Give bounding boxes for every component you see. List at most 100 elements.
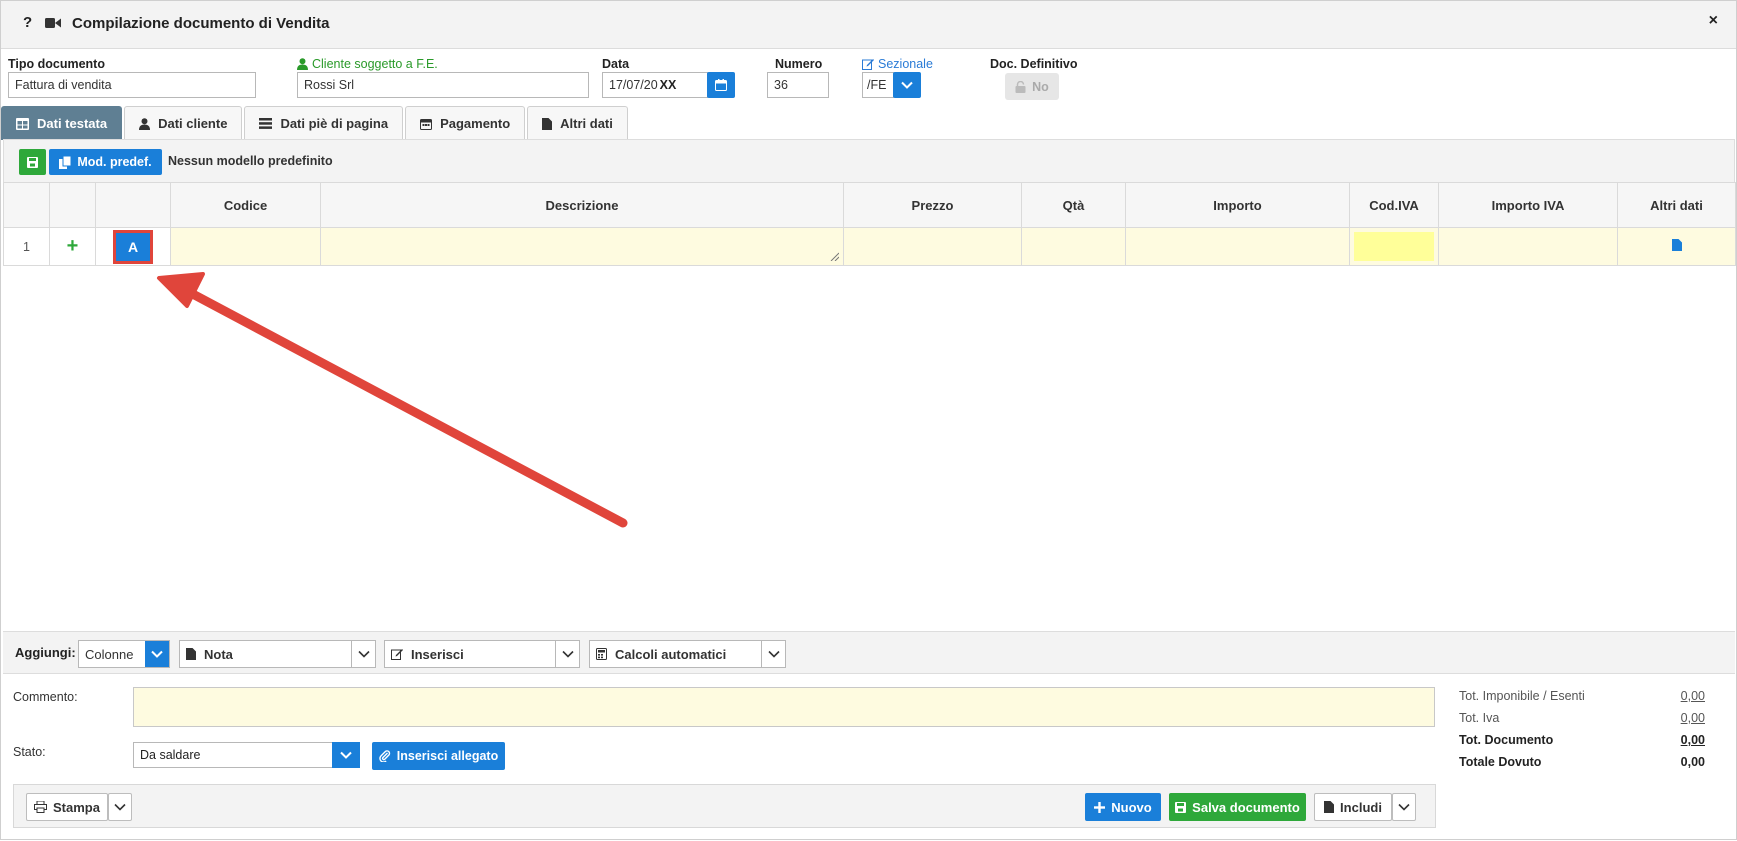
- cod-iva-input[interactable]: [1354, 232, 1434, 261]
- tab-dati-cliente[interactable]: Dati cliente: [124, 106, 243, 140]
- tab-bar: Dati testata Dati cliente Dati piè di pa…: [1, 106, 630, 140]
- descrizione-cell[interactable]: [320, 227, 844, 266]
- calculator-icon: [596, 648, 607, 660]
- salva-documento-button[interactable]: Salva documento: [1169, 793, 1306, 821]
- cliente-field[interactable]: Rossi Srl: [297, 72, 589, 98]
- file-icon: [1324, 801, 1335, 813]
- col-header-codice[interactable]: Codice: [170, 182, 321, 228]
- prezzo-cell[interactable]: [843, 227, 1022, 266]
- col-header-prezzo[interactable]: Prezzo: [843, 182, 1022, 228]
- tot-label: Tot. Iva: [1459, 711, 1500, 725]
- importo-iva-cell: [1438, 227, 1618, 266]
- chevron-down-icon[interactable]: [555, 641, 579, 667]
- allegato-label: Inserisci allegato: [396, 749, 499, 763]
- tipo-documento-label: Tipo documento: [8, 57, 105, 71]
- row-type-a-button[interactable]: A: [113, 229, 153, 264]
- tab-altri-dati[interactable]: Altri dati: [527, 106, 628, 140]
- doc-definitivo-toggle[interactable]: No: [1005, 73, 1059, 100]
- chevron-down-icon: [114, 803, 126, 811]
- chevron-down-icon[interactable]: [351, 641, 375, 667]
- copy-icon: [59, 155, 72, 169]
- col-header: [3, 182, 50, 228]
- row-number: 1: [3, 227, 50, 266]
- numero-label: Numero: [775, 57, 823, 71]
- data-field[interactable]: 17/07/20 XX: [602, 72, 708, 98]
- calendar-button[interactable]: [707, 72, 735, 98]
- altri-dati-cell[interactable]: [1617, 227, 1736, 266]
- mod-predef-button[interactable]: Mod. predef.: [49, 149, 162, 175]
- col-header-descrizione[interactable]: Descrizione: [320, 182, 844, 228]
- window-title: Compilazione documento di Vendita: [72, 15, 330, 32]
- importo-cell[interactable]: [1125, 227, 1350, 266]
- tab-label: Dati piè di pagina: [280, 116, 389, 131]
- sezionale-field[interactable]: /FE: [862, 72, 894, 98]
- chevron-down-icon[interactable]: [761, 641, 785, 667]
- stampa-label: Stampa: [53, 799, 100, 815]
- nota-label: Nota: [204, 646, 233, 662]
- col-header: [95, 182, 171, 228]
- aggiungi-label: Aggiungi:: [15, 645, 76, 660]
- tipo-documento-field[interactable]: Fattura di vendita: [8, 72, 256, 98]
- col-header-qta[interactable]: Qtà: [1021, 182, 1126, 228]
- nota-dropdown[interactable]: Nota: [179, 640, 376, 668]
- document-lines-table: Codice Descrizione Prezzo Qtà Importo Co…: [3, 182, 1736, 266]
- col-header-importo[interactable]: Importo: [1125, 182, 1350, 228]
- includi-label: Includi: [1340, 799, 1382, 815]
- data-label: Data: [602, 57, 630, 71]
- qta-cell[interactable]: [1021, 227, 1126, 266]
- includi-options-button[interactable]: [1392, 793, 1416, 821]
- includi-button[interactable]: Includi: [1314, 793, 1392, 821]
- tot-label: Tot. Imponibile / Esenti: [1459, 689, 1585, 703]
- commento-input[interactable]: [133, 687, 1435, 727]
- tot-value[interactable]: 0,00: [1681, 689, 1705, 711]
- commento-label: Commento:: [13, 690, 78, 704]
- edit-icon: [862, 59, 874, 70]
- add-row-button[interactable]: +: [49, 227, 96, 266]
- user-icon: [139, 117, 151, 130]
- col-header-cod-iva[interactable]: Cod.IVA: [1349, 182, 1439, 228]
- help-icon[interactable]: ?: [23, 14, 32, 31]
- doc-definitivo-value: No: [1032, 79, 1049, 94]
- calcoli-automatici-dropdown[interactable]: Calcoli automatici: [589, 640, 786, 668]
- table-icon: [16, 117, 29, 130]
- paperclip-icon: [379, 750, 390, 762]
- data-value: 17/07/20: [609, 78, 658, 92]
- video-camera-icon[interactable]: [45, 17, 61, 29]
- codice-cell[interactable]: [170, 227, 321, 266]
- resize-grip-icon[interactable]: [829, 251, 839, 261]
- edit-icon: [391, 649, 403, 660]
- nuovo-button[interactable]: Nuovo: [1085, 793, 1161, 821]
- tab-pagamento[interactable]: Pagamento: [405, 106, 526, 140]
- inserisci-allegato-button[interactable]: Inserisci allegato: [372, 742, 505, 770]
- chevron-down-icon[interactable]: [145, 641, 169, 667]
- tot-value[interactable]: 0,00: [1681, 711, 1705, 733]
- document-window: ? Compilazione documento di Vendita × Ti…: [0, 0, 1737, 840]
- file-icon[interactable]: [1671, 239, 1682, 251]
- stampa-options-button[interactable]: [108, 793, 132, 821]
- stato-dropdown-button[interactable]: [332, 742, 360, 768]
- tab-label: Dati testata: [37, 116, 108, 131]
- tot-label: Tot. Documento: [1459, 733, 1554, 747]
- colonne-dropdown[interactable]: Colonne: [78, 640, 170, 668]
- stato-select[interactable]: Da saldare: [133, 742, 333, 768]
- col-header-altri-dati[interactable]: Altri dati: [1617, 182, 1736, 228]
- chevron-down-icon: [901, 81, 913, 89]
- col-header-importo-iva[interactable]: Importo IVA: [1438, 182, 1618, 228]
- stampa-button[interactable]: Stampa: [26, 793, 108, 821]
- tab-dati-testata[interactable]: Dati testata: [1, 106, 123, 140]
- cod-iva-cell[interactable]: [1349, 227, 1439, 266]
- sezionale-dropdown[interactable]: [893, 72, 921, 98]
- inserisci-dropdown[interactable]: Inserisci: [384, 640, 580, 668]
- totals-panel: Tot. Imponibile / Esenti 0,00 Tot. Iva 0,0…: [1459, 689, 1705, 777]
- totale-dovuto-row: Totale Dovuto 0,00: [1459, 755, 1705, 777]
- tab-dati-pie-di-pagina[interactable]: Dati piè di pagina: [244, 106, 404, 140]
- save-model-button[interactable]: [19, 149, 46, 175]
- bottom-action-bar: Stampa Nuovo Salva documento Includi: [13, 784, 1436, 828]
- tot-value[interactable]: 0,00: [1681, 733, 1705, 755]
- lock-icon: [1015, 80, 1026, 93]
- file-icon: [542, 117, 553, 130]
- tot-label: Totale Dovuto: [1459, 755, 1542, 769]
- numero-field[interactable]: 36: [767, 72, 829, 98]
- close-icon[interactable]: ×: [1709, 12, 1718, 30]
- sezionale-label[interactable]: Sezionale: [862, 57, 933, 71]
